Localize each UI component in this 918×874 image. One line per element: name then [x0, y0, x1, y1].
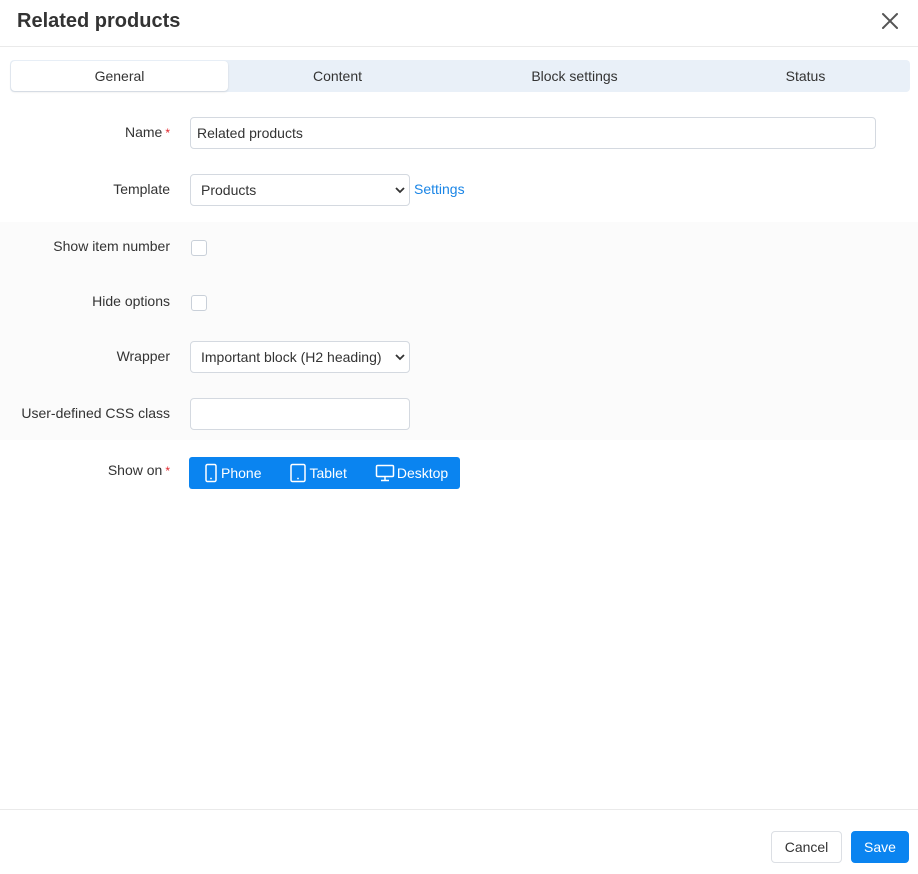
- dialog-title: Related products: [17, 10, 181, 32]
- device-toggle-group: Phone Tablet Desktop: [189, 457, 460, 489]
- name-label: Name *: [124, 124, 170, 140]
- wrapper-select-value: Important block (H2 heading): [201, 349, 382, 365]
- chevron-down-icon: [395, 354, 405, 361]
- tablet-icon: [290, 463, 307, 483]
- phone-icon: [205, 463, 217, 483]
- tab-block-settings[interactable]: Block settings: [447, 61, 702, 91]
- chevron-down-icon: [395, 187, 405, 194]
- tab-status[interactable]: Status: [702, 61, 909, 91]
- device-phone-label: Phone: [221, 465, 262, 481]
- device-desktop-toggle[interactable]: Desktop: [375, 464, 448, 482]
- close-button[interactable]: [878, 9, 902, 33]
- template-select[interactable]: Products: [190, 174, 410, 206]
- css-class-input[interactable]: [190, 398, 410, 430]
- show-item-number-label: Show item number: [53, 238, 170, 254]
- hide-options-checkbox[interactable]: [191, 295, 207, 311]
- required-mark: *: [165, 126, 170, 140]
- hide-options-label: Hide options: [92, 293, 170, 309]
- show-on-label: Show on *: [107, 462, 170, 478]
- template-label: Template: [113, 181, 170, 197]
- required-mark: *: [165, 464, 170, 478]
- dialog-footer: Cancel Save: [0, 809, 918, 874]
- wrapper-label: Wrapper: [116, 348, 170, 364]
- tab-general[interactable]: General: [11, 61, 228, 91]
- device-desktop-label: Desktop: [396, 465, 449, 481]
- css-class-label: User-defined CSS class: [21, 405, 170, 421]
- template-settings-link[interactable]: Settings: [414, 181, 465, 197]
- dialog-header: Related products: [0, 0, 918, 47]
- desktop-icon: [375, 464, 395, 482]
- save-button[interactable]: Save: [851, 831, 909, 863]
- wrapper-select[interactable]: Important block (H2 heading): [190, 341, 410, 373]
- tab-bar: General Content Block settings Status: [10, 60, 910, 92]
- name-input[interactable]: Related products: [190, 117, 876, 149]
- template-select-value: Products: [201, 182, 257, 198]
- device-tablet-toggle[interactable]: Tablet: [289, 463, 347, 483]
- tab-content[interactable]: Content: [228, 61, 447, 91]
- device-tablet-label: Tablet: [309, 465, 347, 481]
- device-phone-toggle[interactable]: Phone: [203, 463, 261, 483]
- close-icon: [882, 13, 898, 29]
- show-item-number-checkbox[interactable]: [191, 240, 207, 256]
- cancel-button[interactable]: Cancel: [771, 831, 842, 863]
